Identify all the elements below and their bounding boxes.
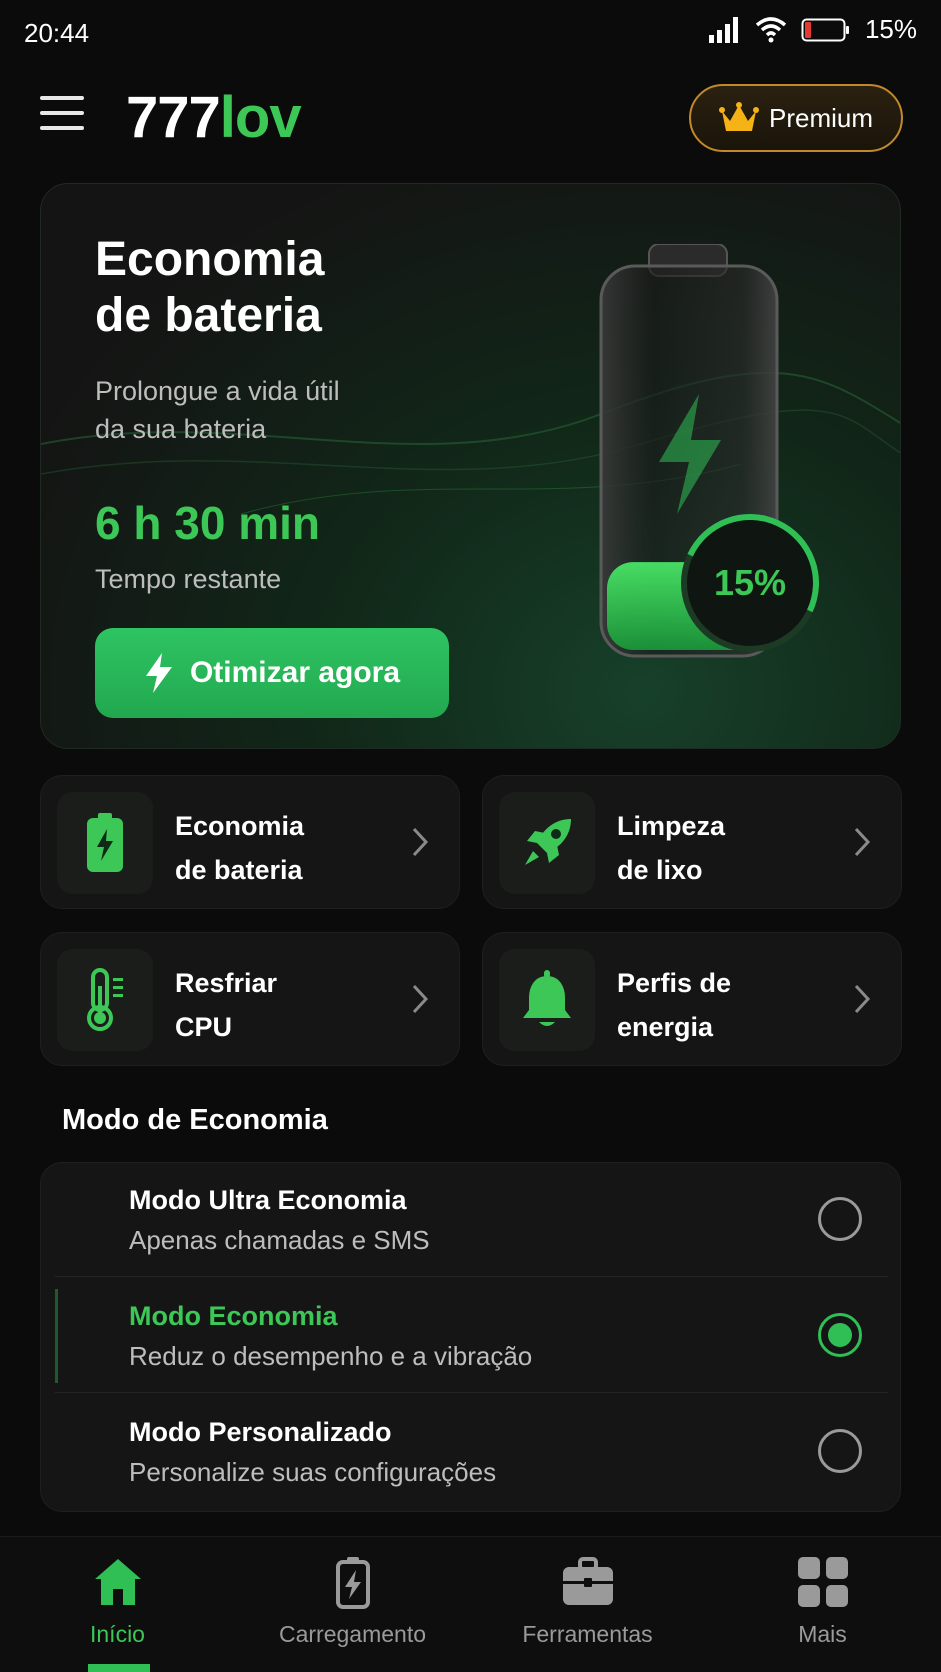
mode-option-custom[interactable]: Modo Personalizado Personalize suas conf… xyxy=(55,1395,888,1509)
mode-option-ultra[interactable]: Modo Ultra Economia Apenas chamadas e SM… xyxy=(55,1163,888,1277)
nav-item-charging[interactable]: Carregamento xyxy=(235,1555,470,1665)
tile-label: Limpeza de lixo xyxy=(617,811,726,885)
nav-label: Início xyxy=(90,1621,145,1647)
rocket-icon xyxy=(525,819,571,865)
time-remaining-value: 6 h 30 min xyxy=(95,497,320,549)
radio-selected[interactable] xyxy=(818,1313,862,1357)
bottom-navigation: Início Carregamento Ferramentas Mais xyxy=(0,1536,941,1672)
toolbox-icon xyxy=(562,1557,613,1605)
premium-button[interactable]: Premium xyxy=(689,84,903,152)
grid-icon xyxy=(797,1557,848,1607)
status-icons: 15% xyxy=(708,14,917,45)
thermometer-icon xyxy=(87,968,123,1031)
mode-description: Reduz o desempenho e a vibração xyxy=(129,1341,533,1371)
nav-item-home[interactable]: Início xyxy=(0,1555,235,1665)
optimize-now-label: Otimizar agora xyxy=(189,656,401,689)
logo-part2: lov xyxy=(219,85,302,150)
charging-icon xyxy=(335,1557,370,1609)
bell-icon xyxy=(523,970,571,1026)
logo-part1: 777 xyxy=(126,85,221,150)
home-icon xyxy=(94,1559,141,1605)
hero-title: Economia de bateria xyxy=(95,233,325,342)
chevron-right-icon xyxy=(412,984,429,1014)
battery-icon xyxy=(87,813,123,872)
chevron-right-icon xyxy=(412,827,429,857)
mode-option-economy[interactable]: Modo Economia Reduz o desempenho e a vib… xyxy=(55,1279,888,1393)
nav-label: Mais xyxy=(798,1621,847,1647)
mode-title: Modo Economia xyxy=(129,1301,338,1331)
status-bar: 20:44 15% xyxy=(0,0,941,70)
radio-unselected[interactable] xyxy=(818,1429,862,1473)
economy-mode-list: Modo Ultra Economia Apenas chamadas e SM… xyxy=(40,1162,901,1512)
battery-percent-ring: 15% xyxy=(681,514,819,652)
premium-label: Premium xyxy=(768,102,873,133)
selected-accent-bar xyxy=(55,1289,58,1383)
economy-mode-section-title: Modo de Economia xyxy=(62,1104,328,1136)
tile-power-profiles[interactable]: Perfis de energia xyxy=(482,932,902,1066)
nav-item-more[interactable]: Mais xyxy=(705,1555,940,1665)
radio-unselected[interactable] xyxy=(818,1197,862,1241)
mode-title: Modo Ultra Economia xyxy=(129,1185,407,1215)
chevron-right-icon xyxy=(854,984,871,1014)
nav-label: Ferramentas xyxy=(522,1621,653,1647)
wifi-icon xyxy=(755,16,787,42)
app-logo: 777lov xyxy=(126,84,302,151)
app-header: 777lov Premium xyxy=(0,80,941,160)
mode-description: Apenas chamadas e SMS xyxy=(129,1225,430,1255)
status-battery-percent: 15% xyxy=(864,14,917,44)
tile-junk-cleaner[interactable]: Limpeza de lixo xyxy=(482,775,902,909)
signal-icon xyxy=(708,16,738,43)
battery-saver-hero-card: Economia de bateria Prolongue a vida úti… xyxy=(40,183,901,749)
status-time: 20:44 xyxy=(24,18,90,48)
nav-label: Carregamento xyxy=(278,1621,427,1647)
nav-item-tools[interactable]: Ferramentas xyxy=(470,1555,705,1665)
hero-subtitle: Prolongue a vida útil da sua bateria xyxy=(95,376,340,444)
battery-status-icon xyxy=(801,18,849,41)
time-remaining-label: Tempo restante xyxy=(95,564,282,594)
optimize-now-button[interactable]: Otimizar agora xyxy=(95,628,449,718)
lightning-icon xyxy=(145,653,172,693)
battery-percent-text: 15% xyxy=(713,562,787,603)
mode-description: Personalize suas configurações xyxy=(129,1457,497,1487)
crown-icon xyxy=(718,102,759,131)
tile-label: Perfis de energia xyxy=(617,968,732,1042)
tile-battery-saver[interactable]: Economia de bateria xyxy=(40,775,460,909)
menu-button[interactable] xyxy=(40,96,84,136)
tile-label: Resfriar CPU xyxy=(175,968,278,1042)
chevron-right-icon xyxy=(854,827,871,857)
tile-cpu-cooler[interactable]: Resfriar CPU xyxy=(40,932,460,1066)
hamburger-icon xyxy=(40,96,84,100)
active-tab-indicator xyxy=(88,1664,150,1672)
tile-label: Economia de bateria xyxy=(175,811,305,885)
mode-title: Modo Personalizado xyxy=(129,1417,392,1447)
